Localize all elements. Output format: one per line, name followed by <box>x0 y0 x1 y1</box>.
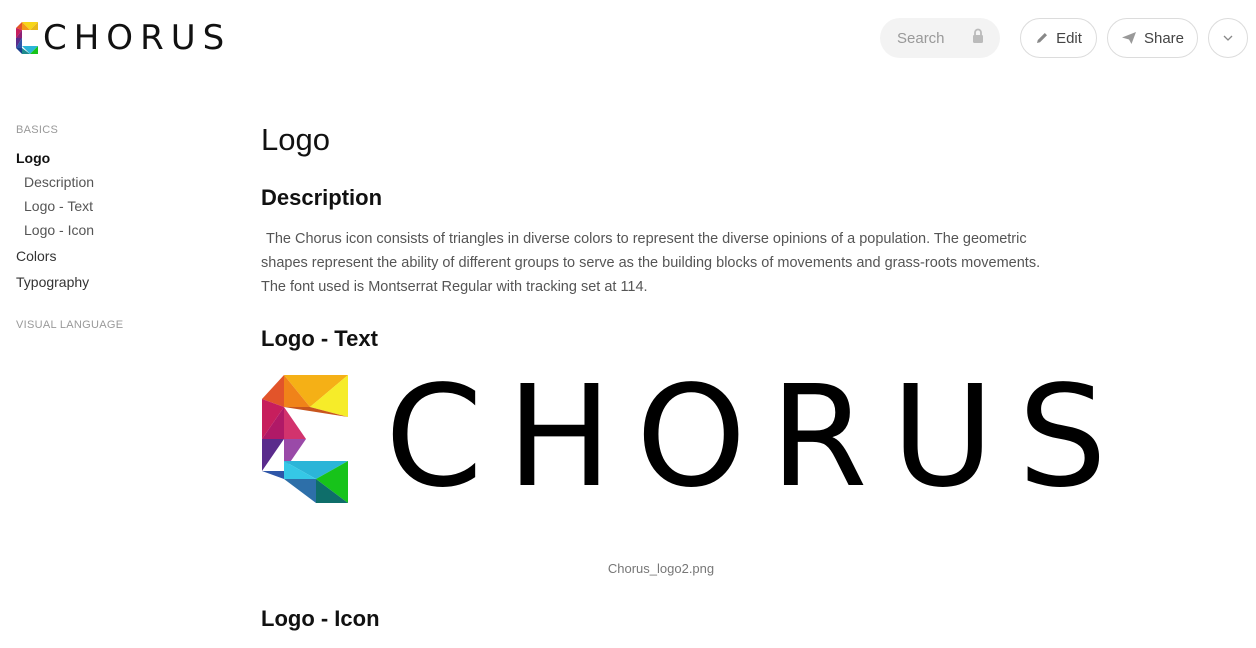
description-heading: Description <box>261 185 383 210</box>
description-text: The Chorus icon consists of triangles in… <box>261 231 1041 295</box>
share-label: Share <box>1143 29 1185 47</box>
logo-caption: Chorus_logo2.png <box>607 561 715 576</box>
search-placeholder: Search <box>897 29 945 47</box>
sidebar-item-typography[interactable]: Typography <box>16 270 216 294</box>
edit-label: Edit <box>1056 29 1082 47</box>
pencil-icon <box>1037 33 1048 43</box>
more-options-button[interactable] <box>1208 18 1248 58</box>
sidebar-item-description[interactable]: Description <box>16 170 216 194</box>
sidebar-nav: BASICS Logo Description Logo - Text Logo… <box>16 124 216 331</box>
logo-text-heading: Logo - Text <box>261 326 378 351</box>
send-icon <box>1121 32 1136 44</box>
sidebar-section-visual-language[interactable]: VISUAL LANGUAGE <box>16 319 216 331</box>
sidebar-item-logo[interactable]: Logo <box>16 146 216 170</box>
sidebar-section-basics: BASICS <box>16 124 59 136</box>
sidebar-item-logo-icon[interactable]: Logo - Icon <box>16 218 216 242</box>
sidebar-item-colors[interactable]: Colors <box>16 244 216 268</box>
sidebar-item-logo-text[interactable]: Logo - Text <box>16 194 216 218</box>
logo-text-image: CHORUS <box>261 368 1107 513</box>
page-title: Logo <box>261 122 330 157</box>
search-input[interactable]: Search <box>880 18 1000 58</box>
brand-wordmark: CHORUS <box>43 18 232 58</box>
chevron-down-icon <box>1223 35 1233 41</box>
chorus-logo-large-icon <box>262 375 348 503</box>
brand-logo[interactable]: CHORUS <box>16 20 231 56</box>
chorus-logo-icon <box>16 22 38 54</box>
main-content: Logo Description The Chorus icon consist… <box>261 120 1107 633</box>
share-button[interactable]: Share <box>1107 18 1198 58</box>
lock-icon <box>973 28 983 43</box>
edit-button[interactable]: Edit <box>1020 18 1097 58</box>
logo-wordmark-large: CHORUS <box>385 356 1131 519</box>
logo-icon-heading: Logo - Icon <box>261 606 380 631</box>
